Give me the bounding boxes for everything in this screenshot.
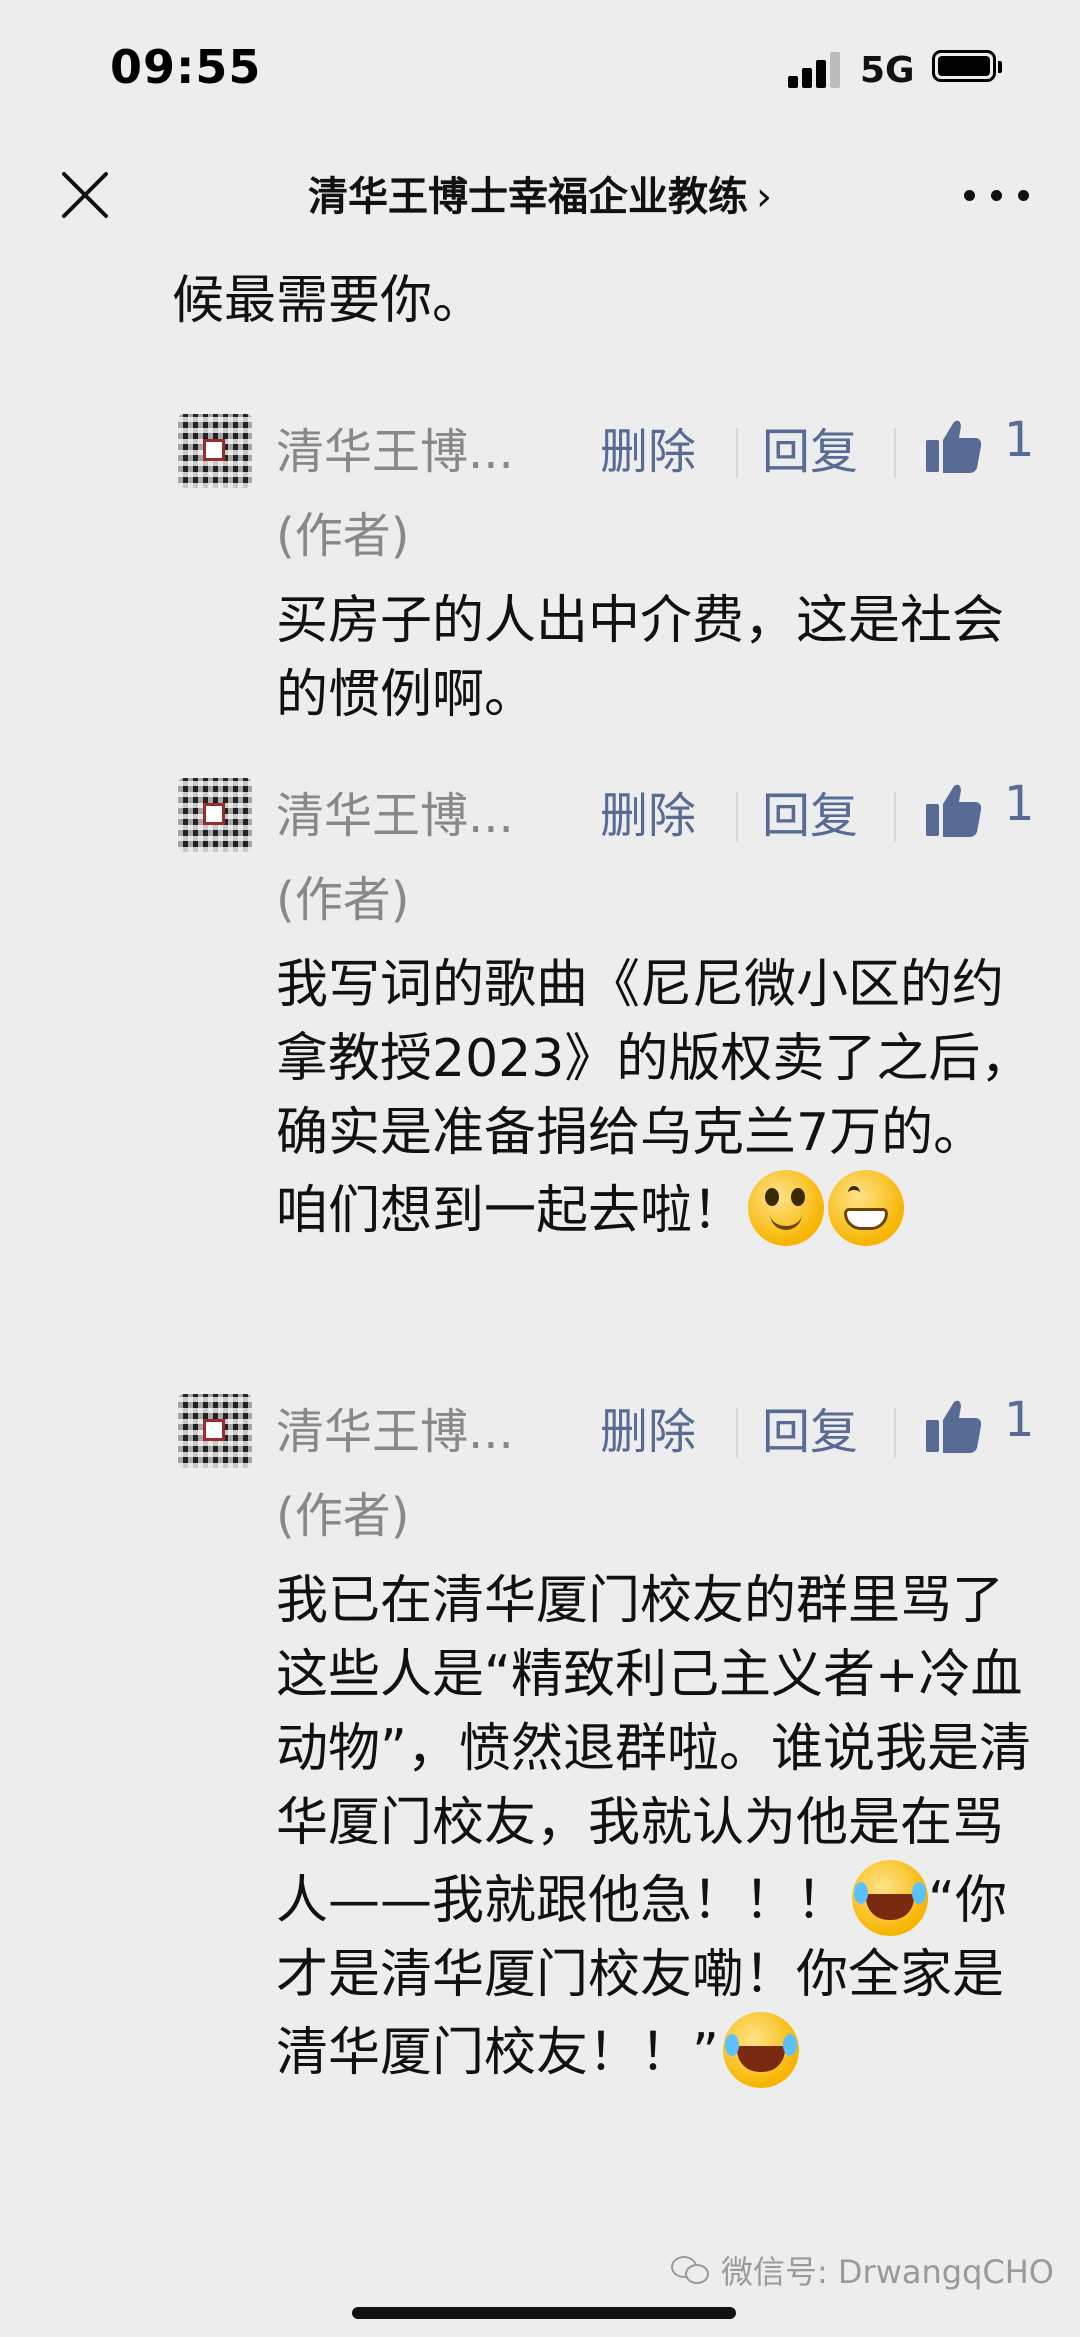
smile-emoji-icon [748,1170,825,1246]
grin-emoji-icon [828,1170,905,1246]
reply-author-name[interactable]: 清华王博... [276,1392,514,1462]
author-tag: (作者) [276,872,410,928]
reply-button[interactable]: 回复 [762,1392,858,1462]
wechat-watermark: 微信号: DrwangqCHO [670,2247,1054,2293]
reply-text-wrap: 我写词的歌曲《尼尼微小区的约拿教授2023》的版权卖了之后，确实是准备捐给乌克兰… [276,948,1036,1248]
thumbs-up-icon[interactable] [924,780,984,840]
reply-author-name[interactable]: 清华王博... [276,412,514,482]
author-tag: (作者) [276,1488,410,1544]
watermark-text: 微信号: DrwangqCHO [720,2253,1054,2291]
avatar[interactable] [178,778,252,852]
like-count: 1 [1004,412,1035,468]
status-time: 09:55 [110,40,262,94]
reply-text: 我写词的歌曲《尼尼微小区的约拿教授2023》的版权卖了之后，确实是准备捐给乌克兰… [276,955,1033,1241]
like-count: 1 [1004,776,1035,832]
signal-icon [788,52,840,88]
reply-text-wrap: 我已在清华厦门校友的群里骂了这些人是“精致利己主义者+冷血动物”，愤然退群啦。谁… [276,1564,1036,2090]
laughing-tears-emoji-icon [852,1860,929,1936]
delete-button[interactable]: 删除 [600,1392,696,1462]
chevron-right-icon: › [756,174,772,220]
comment-list: 行吗。然后搬到乌克兰住，人家这时候最需要你。 清华王博... 删除 回复 1 (… [0,252,1080,2337]
nav-title[interactable]: 清华王博士幸福企业教练 › [0,164,1080,222]
author-tag: (作者) [276,508,410,564]
divider [736,1408,738,1458]
parent-comment-text: 行吗。然后搬到乌克兰住，人家这时候最需要你。 [172,252,1004,331]
reply-button[interactable]: 回复 [762,412,858,482]
divider [894,792,896,842]
nav-bar: 清华王博士幸福企业教练 › [0,140,1080,252]
more-icon[interactable] [962,180,1032,210]
avatar[interactable] [178,1394,252,1468]
divider [736,428,738,478]
avatar[interactable] [178,414,252,488]
wechat-icon [670,2254,711,2286]
battery-icon [932,50,1002,82]
reply-author-name[interactable]: 清华王博... [276,776,514,846]
delete-button[interactable]: 删除 [600,412,696,482]
like-count: 1 [1004,1392,1035,1448]
network-type: 5G [860,50,915,91]
divider [894,1408,896,1458]
reply-button[interactable]: 回复 [762,776,858,846]
nav-title-text: 清华王博士幸福企业教练 [308,174,748,220]
divider [736,792,738,842]
thumbs-up-icon[interactable] [924,1396,984,1456]
laughing-tears-emoji-icon [722,2012,799,2088]
status-bar: 09:55 5G [0,0,1080,140]
divider [894,428,896,478]
home-indicator[interactable] [352,2307,736,2319]
delete-button[interactable]: 删除 [600,776,696,846]
reply-text: 买房子的人出中介费，这是社会的惯例啊。 [276,591,1005,725]
thumbs-up-icon[interactable] [924,416,984,476]
